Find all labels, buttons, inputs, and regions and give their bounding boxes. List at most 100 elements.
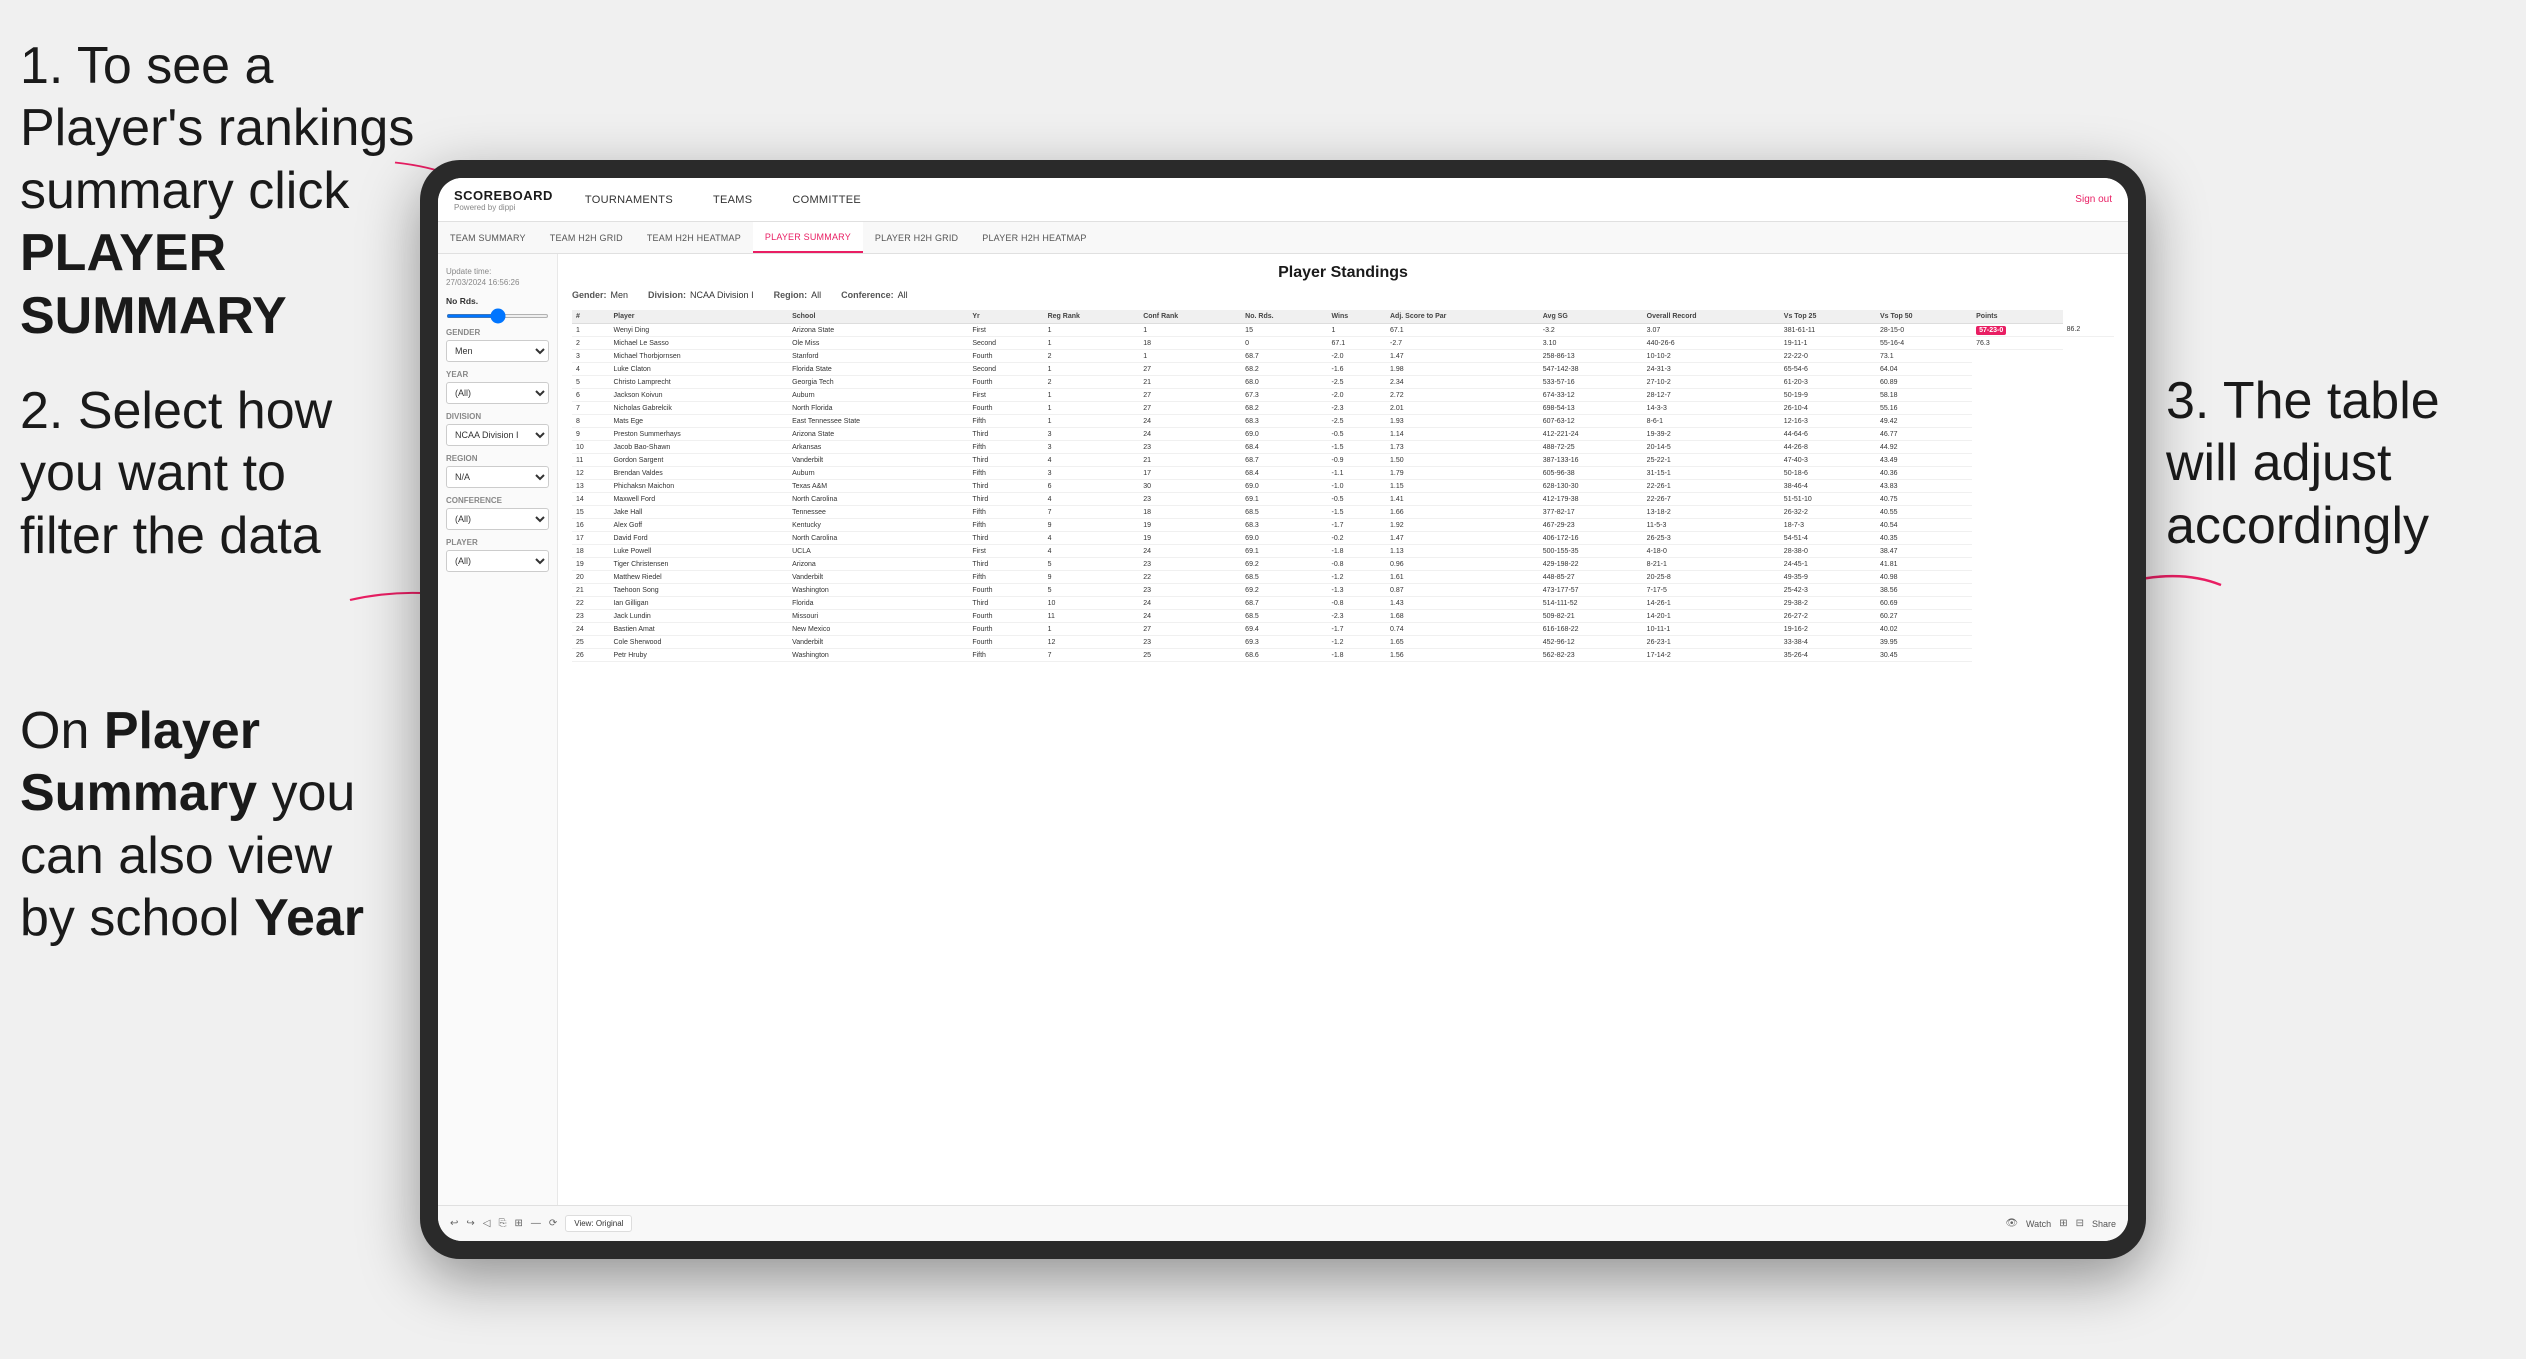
- table-cell: 21: [572, 584, 609, 597]
- instruction-1: 1. To see a Player's rankings summary cl…: [20, 35, 440, 347]
- table-cell: Third: [968, 480, 1043, 493]
- table-cell: First: [968, 389, 1043, 402]
- table-cell: 51-51-10: [1780, 493, 1876, 506]
- table-cell: 25: [1139, 649, 1241, 662]
- table-row: 10Jacob Bao-ShawnArkansasFifth32368.4-1.…: [572, 441, 2114, 454]
- share-btn[interactable]: Share: [2092, 1219, 2116, 1229]
- table-row: 11Gordon SargentVanderbiltThird42168.7-0…: [572, 454, 2114, 467]
- dash-icon[interactable]: —: [531, 1218, 541, 1229]
- table-cell: 40.36: [1876, 467, 1972, 480]
- year-select[interactable]: (All) First Second Third Fourth Fifth: [446, 382, 549, 404]
- sub-nav-player-h2h-heatmap[interactable]: PLAYER H2H HEATMAP: [970, 222, 1098, 253]
- table-cell: 86.2: [2063, 324, 2114, 337]
- table-cell: Arizona State: [788, 428, 968, 441]
- sidebar: Update time: 27/03/2024 16:56:26 No Rds.…: [438, 254, 558, 1205]
- table-cell: 1: [1044, 402, 1140, 415]
- table-cell: Matthew Riedel: [609, 571, 788, 584]
- table-cell: 1.47: [1386, 350, 1539, 363]
- download-icon[interactable]: ⊞: [2059, 1218, 2067, 1229]
- table-row: 19Tiger ChristensenArizonaThird52369.2-0…: [572, 558, 2114, 571]
- table-cell: 27-10-2: [1643, 376, 1780, 389]
- watch-btn[interactable]: Watch: [2026, 1219, 2051, 1229]
- player-select[interactable]: (All): [446, 550, 549, 572]
- table-cell: Fifth: [968, 415, 1043, 428]
- conference-select[interactable]: (All) ACC SEC Big 12 Pac-12: [446, 508, 549, 530]
- table-cell: Fourth: [968, 636, 1043, 649]
- table-cell: Vanderbilt: [788, 636, 968, 649]
- table-cell: 1.50: [1386, 454, 1539, 467]
- table-row: 25Cole SherwoodVanderbiltFourth122369.3-…: [572, 636, 2114, 649]
- grid-icon[interactable]: ⊟: [2076, 1218, 2084, 1229]
- table-cell: 10: [1044, 597, 1140, 610]
- back-icon[interactable]: ◁: [483, 1218, 491, 1229]
- table-cell: Kentucky: [788, 519, 968, 532]
- table-cell: 9: [572, 428, 609, 441]
- table-cell: 8: [572, 415, 609, 428]
- table-cell: -0.5: [1327, 493, 1386, 506]
- table-cell: 1: [1139, 350, 1241, 363]
- table-cell: North Carolina: [788, 532, 968, 545]
- table-cell: 3.10: [1539, 337, 1643, 350]
- table-cell: 0.87: [1386, 584, 1539, 597]
- sub-nav-team-h2h-heatmap[interactable]: TEAM H2H HEATMAP: [635, 222, 753, 253]
- table-cell: Luke Powell: [609, 545, 788, 558]
- table-cell: Florida: [788, 597, 968, 610]
- division-select[interactable]: NCAA Division I NCAA Division II NCAA Di…: [446, 424, 549, 446]
- table-cell: 25: [572, 636, 609, 649]
- table-cell: Maxwell Ford: [609, 493, 788, 506]
- gender-label: Gender: [446, 328, 549, 337]
- gender-select[interactable]: Men Women: [446, 340, 549, 362]
- table-cell: 1.79: [1386, 467, 1539, 480]
- table-cell: Florida State: [788, 363, 968, 376]
- table-cell: 19: [1139, 532, 1241, 545]
- year-label: Year: [446, 370, 549, 379]
- table-cell: 17-14-2: [1643, 649, 1780, 662]
- table-cell: 21: [1139, 454, 1241, 467]
- table-cell: 467-29-23: [1539, 519, 1643, 532]
- table-cell: 17: [572, 532, 609, 545]
- table-cell: Auburn: [788, 467, 968, 480]
- sub-nav-team-summary[interactable]: TEAM SUMMARY: [438, 222, 538, 253]
- view-original-btn[interactable]: View: Original: [565, 1215, 632, 1232]
- filter-region: Region: All: [774, 290, 822, 300]
- table-cell: -1.3: [1327, 584, 1386, 597]
- table-cell: 38-46-4: [1780, 480, 1876, 493]
- col-yr: Yr: [968, 310, 1043, 324]
- sub-nav-team-h2h-grid[interactable]: TEAM H2H GRID: [538, 222, 635, 253]
- paste-icon[interactable]: ⊞: [514, 1218, 522, 1229]
- sign-out-link[interactable]: Sign out: [2075, 194, 2112, 205]
- table-cell: Second: [968, 337, 1043, 350]
- copy-icon[interactable]: ⎘: [498, 1218, 506, 1229]
- table-cell: Alex Goff: [609, 519, 788, 532]
- table-cell: New Mexico: [788, 623, 968, 636]
- table-cell: 50-19-9: [1780, 389, 1876, 402]
- nav-teams[interactable]: TEAMS: [705, 190, 760, 210]
- no-rds-slider[interactable]: [446, 310, 549, 320]
- table-cell: 29-38-2: [1780, 597, 1876, 610]
- no-rds-input[interactable]: [446, 314, 549, 318]
- sub-nav-player-summary[interactable]: PLAYER SUMMARY: [753, 222, 863, 253]
- region-select[interactable]: N/A All South North East West: [446, 466, 549, 488]
- undo-icon[interactable]: ↩: [450, 1218, 458, 1229]
- table-cell: Vanderbilt: [788, 454, 968, 467]
- sub-nav: TEAM SUMMARY TEAM H2H GRID TEAM H2H HEAT…: [438, 222, 2128, 254]
- table-cell: -1.1: [1327, 467, 1386, 480]
- table-cell: 698-54-13: [1539, 402, 1643, 415]
- sub-nav-player-h2h-grid[interactable]: PLAYER H2H GRID: [863, 222, 970, 253]
- nav-committee[interactable]: COMMITTEE: [784, 190, 869, 210]
- nav-tournaments[interactable]: TOURNAMENTS: [577, 190, 681, 210]
- table-cell: 23: [1139, 441, 1241, 454]
- table-cell: 6: [572, 389, 609, 402]
- table-cell: 38.56: [1876, 584, 1972, 597]
- redo-icon[interactable]: ↪: [466, 1218, 474, 1229]
- table-cell: Petr Hruby: [609, 649, 788, 662]
- eye-icon[interactable]: 👁: [2005, 1218, 2018, 1229]
- table-cell: 4: [1044, 545, 1140, 558]
- table-cell: 24: [572, 623, 609, 636]
- refresh-icon[interactable]: ⟳: [549, 1218, 557, 1229]
- table-cell: 1: [1327, 324, 1386, 337]
- table-cell: 616-168-22: [1539, 623, 1643, 636]
- table-cell: 20-25-8: [1643, 571, 1780, 584]
- table-cell: -0.5: [1327, 428, 1386, 441]
- table-cell: Fifth: [968, 467, 1043, 480]
